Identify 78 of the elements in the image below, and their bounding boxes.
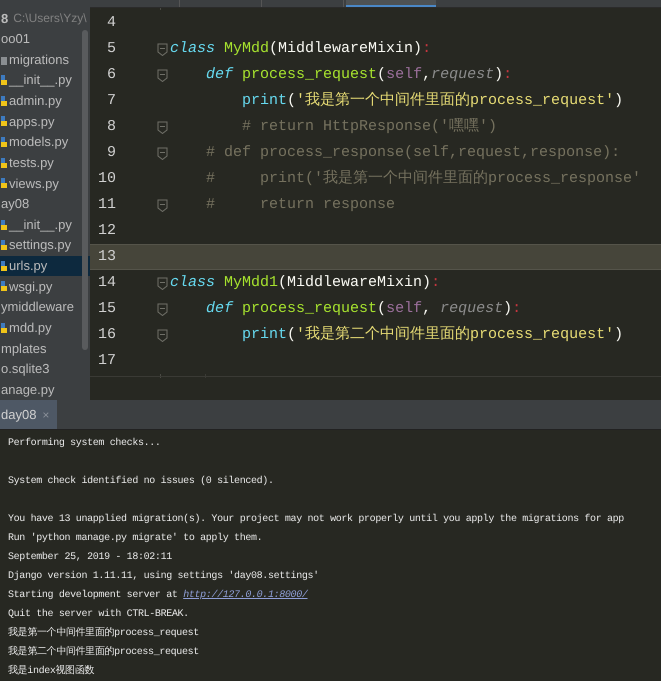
tree-item[interactable]: oo01 [0, 28, 90, 50]
python-file-icon [1, 218, 7, 231]
editor-tab[interactable] [346, 0, 436, 7]
code-text: class MyMdd1(MiddlewareMixin): [170, 272, 440, 293]
tree-item[interactable]: admin.py [0, 90, 90, 112]
line-number: 17 [96, 350, 116, 371]
python-file-icon [1, 177, 7, 190]
fold-marker-icon[interactable] [157, 198, 168, 212]
console-line: 我是第一个中间件里面的process_request [8, 628, 199, 639]
python-file-icon [1, 136, 7, 148]
line-number: 16 [96, 324, 116, 345]
tree-item[interactable]: models.py [0, 132, 90, 152]
tree-item[interactable]: anage.py [0, 379, 90, 400]
tree-item[interactable]: __init__.py [0, 214, 90, 235]
line-number: 10 [96, 168, 116, 189]
tree-item[interactable]: settings.py [0, 234, 90, 256]
tree-item[interactable]: migrations [0, 49, 90, 70]
python-file-icon [1, 94, 7, 107]
tree-item[interactable]: mplates [0, 338, 90, 359]
tree-item[interactable]: 8 C:\Users\Yzy\ [0, 8, 90, 29]
console-line: System check identified no issues (0 silenced). [8, 476, 274, 487]
line-number: 9 [106, 142, 116, 163]
console-line: 我是第二个中间件里面的process_request [8, 647, 199, 658]
fold-marker-icon[interactable] [157, 68, 168, 82]
fold-marker-icon[interactable] [157, 42, 168, 56]
run-tab[interactable]: day08 × [0, 400, 58, 429]
line-number: 12 [96, 220, 116, 241]
tree-item[interactable]: mdd.py [0, 317, 90, 338]
fold-marker-icon[interactable] [157, 276, 168, 290]
code-text: # print('我是第一个中间件里面的process_response' [205, 168, 642, 189]
fold-marker-icon[interactable] [157, 328, 168, 342]
tree-item[interactable]: urls.py [0, 256, 90, 276]
line-number: 8 [106, 116, 116, 137]
code-text: def process_request(self,request): [205, 64, 512, 85]
tree-item[interactable]: wsgi.py [0, 276, 90, 297]
line-number: 13 [96, 246, 116, 267]
code-text: print('我是第二个中间件里面的process_request') [241, 324, 624, 345]
python-file-icon [1, 156, 7, 169]
code-text: class MyMdd(MiddlewareMixin): [170, 38, 432, 59]
python-file-icon [1, 280, 7, 292]
line-number: 6 [106, 64, 116, 85]
python-file-icon [1, 74, 7, 86]
console-line: 我是index视图函数 [8, 666, 94, 677]
fold-marker-icon[interactable] [157, 146, 168, 160]
tree-item[interactable]: ay08 [0, 194, 90, 214]
console-line: September 25, 2019 - 18:02:11 [8, 552, 172, 563]
fold-marker-icon[interactable] [157, 120, 168, 134]
python-file-icon [1, 239, 7, 252]
server-link[interactable]: http://127.0.0.1:8000/ [183, 590, 308, 601]
code-text: # return response [205, 194, 396, 215]
console-line: Run 'python manage.py migrate' to apply them. [8, 533, 262, 544]
tree-item[interactable]: o.sqlite3 [0, 358, 90, 380]
line-number: 5 [106, 38, 116, 59]
console-line: Performing system checks... [8, 438, 161, 449]
python-file-icon [1, 260, 7, 272]
code-text: print('我是第一个中间件里面的process_request') [241, 90, 624, 111]
line-number: 14 [96, 272, 116, 293]
code-text: # return HttpResponse('嘿嘿') [241, 116, 498, 137]
console-line: Starting development server at [8, 590, 179, 601]
fold-marker-icon[interactable] [157, 302, 168, 316]
code-text: def process_request(self, request): [205, 298, 522, 319]
tree-item[interactable]: tests.py [0, 152, 90, 173]
tree-item[interactable]: ymiddleware [0, 296, 90, 318]
line-number: 11 [96, 194, 116, 215]
line-number: 7 [106, 90, 116, 111]
console-line: Quit the server with CTRL-BREAK. [8, 609, 189, 620]
tree-item[interactable]: views.py [0, 173, 90, 194]
code-text: # def process_response(self,request,response): [205, 142, 620, 163]
project-path: C:\Users\Yzy\ [13, 10, 87, 28]
tree-item[interactable]: apps.py [0, 111, 90, 132]
tree-item[interactable]: __init__.py [0, 70, 90, 90]
line-number: 4 [106, 12, 116, 33]
console-line: Django version 1.11.11, using settings 'day08.settings' [8, 571, 319, 582]
console-line: You have 13 unapplied migration(s). Your project may not work properly until you apply the migrations for app [8, 514, 624, 525]
python-file-icon [1, 322, 7, 334]
line-number: 15 [96, 298, 116, 319]
scrollbar[interactable] [82, 30, 88, 350]
python-file-icon [1, 115, 7, 128]
